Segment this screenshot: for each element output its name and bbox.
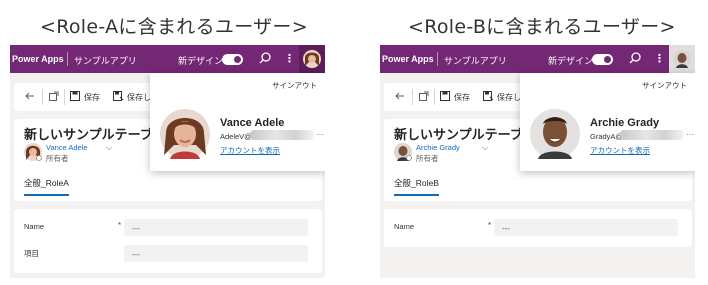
view-account-link[interactable]: アカウントを表示 <box>590 145 650 156</box>
panel-role-b: Power Apps サンプルアプリ 新デザイン ⋮ 保存 保存し 新しいサンプ… <box>380 45 695 278</box>
new-design-toggle[interactable] <box>592 54 613 65</box>
popup-user-name: Vance Adele <box>220 117 285 129</box>
name-input[interactable]: --- <box>494 219 678 236</box>
item-input[interactable]: --- <box>124 245 308 262</box>
app-brand[interactable]: Power Apps <box>12 54 64 64</box>
sign-out-link[interactable]: サインアウト <box>642 80 687 91</box>
more-options-icon[interactable]: ··· <box>316 130 324 139</box>
cmd-divider <box>64 89 65 105</box>
account-popup: サインアウト Vance Adele AdeleV@ ··· アカウントを表示 <box>150 73 325 171</box>
owner-role: 所有者 <box>46 154 69 163</box>
save-button[interactable]: 保存 <box>84 92 100 103</box>
redacted-email <box>250 130 314 140</box>
save-close-icon[interactable] <box>113 91 124 103</box>
required-marker: * <box>488 221 492 230</box>
more-options-icon[interactable]: ··· <box>686 130 694 139</box>
view-account-link[interactable]: アカウントを表示 <box>220 145 280 156</box>
sign-out-link[interactable]: サインアウト <box>272 80 317 91</box>
back-icon[interactable] <box>24 90 36 104</box>
app-name[interactable]: サンプルアプリ <box>74 54 137 67</box>
caption-role-b: <Role-Bに含まれるユーザー> <box>408 16 676 38</box>
new-design-toggle[interactable] <box>222 54 243 65</box>
header-divider <box>437 52 438 66</box>
save-icon[interactable] <box>440 91 450 103</box>
user-avatar-icon <box>673 50 691 68</box>
user-photo <box>160 109 210 164</box>
new-design-label: 新デザイン <box>548 56 594 66</box>
account-popup: サインアウト Archie Grady GradyA@ ··· アカウントを表示 <box>520 73 695 171</box>
panel-role-a: Power Apps サンプルアプリ 新デザイン ⋮ 保存 保存して 新しいサン… <box>10 45 325 278</box>
app-name[interactable]: サンプルアプリ <box>444 54 507 67</box>
header-divider <box>67 52 68 66</box>
user-photo <box>530 109 580 164</box>
back-icon[interactable] <box>394 90 406 104</box>
save-close-icon[interactable] <box>483 91 494 103</box>
redacted-email <box>620 130 684 140</box>
popup-user-email: GradyA@ <box>590 132 624 141</box>
fields-section: Name * --- <box>384 209 692 247</box>
fields-section: Name * --- 項目 --- <box>14 209 322 273</box>
cmd-divider <box>42 89 43 105</box>
account-button[interactable] <box>669 45 695 73</box>
save-icon[interactable] <box>70 91 80 103</box>
more-icon[interactable]: ⋮ <box>654 52 665 65</box>
owner-role: 所有者 <box>416 154 439 163</box>
more-icon[interactable]: ⋮ <box>284 52 295 65</box>
cmd-divider <box>434 89 435 105</box>
form-title: 新しいサンプルテーブル <box>24 127 166 142</box>
field-label-name: Name <box>394 222 415 231</box>
save-button[interactable]: 保存 <box>454 92 470 103</box>
popup-user-name: Archie Grady <box>590 117 660 129</box>
open-new-window-icon[interactable] <box>48 90 60 104</box>
app-header: Power Apps サンプルアプリ 新デザイン ⋮ <box>10 45 325 73</box>
open-new-window-icon[interactable] <box>418 90 430 104</box>
name-input[interactable]: --- <box>124 219 308 236</box>
field-label-item: 項目 <box>24 249 39 258</box>
chevron-down-icon[interactable]: ⌵ <box>482 143 488 153</box>
tab-general[interactable]: 全般_RoleA <box>24 177 69 196</box>
new-design-label: 新デザイン <box>178 56 224 66</box>
popup-user-email: AdeleV@ <box>220 132 252 141</box>
chevron-down-icon[interactable]: ⌵ <box>106 143 112 153</box>
cmd-divider <box>412 89 413 105</box>
form-title: 新しいサンプルテーブル <box>394 127 536 142</box>
account-button[interactable] <box>299 45 325 73</box>
owner-avatar[interactable] <box>24 143 42 166</box>
tab-general[interactable]: 全般_RoleB <box>394 177 439 196</box>
app-brand[interactable]: Power Apps <box>382 54 434 64</box>
search-icon[interactable] <box>258 51 272 67</box>
required-marker: * <box>118 221 122 230</box>
owner-name[interactable]: Vance Adele <box>46 143 88 152</box>
app-header: Power Apps サンプルアプリ 新デザイン ⋮ <box>380 45 695 73</box>
owner-name[interactable]: Archie Grady <box>416 143 460 152</box>
caption-role-a: <Role-Aに含まれるユーザー> <box>40 16 308 38</box>
owner-avatar[interactable] <box>394 143 412 166</box>
user-avatar-icon <box>303 50 321 68</box>
field-label-name: Name <box>24 222 45 231</box>
save-and-close-button[interactable]: 保存し <box>497 92 521 103</box>
search-icon[interactable] <box>628 51 642 67</box>
